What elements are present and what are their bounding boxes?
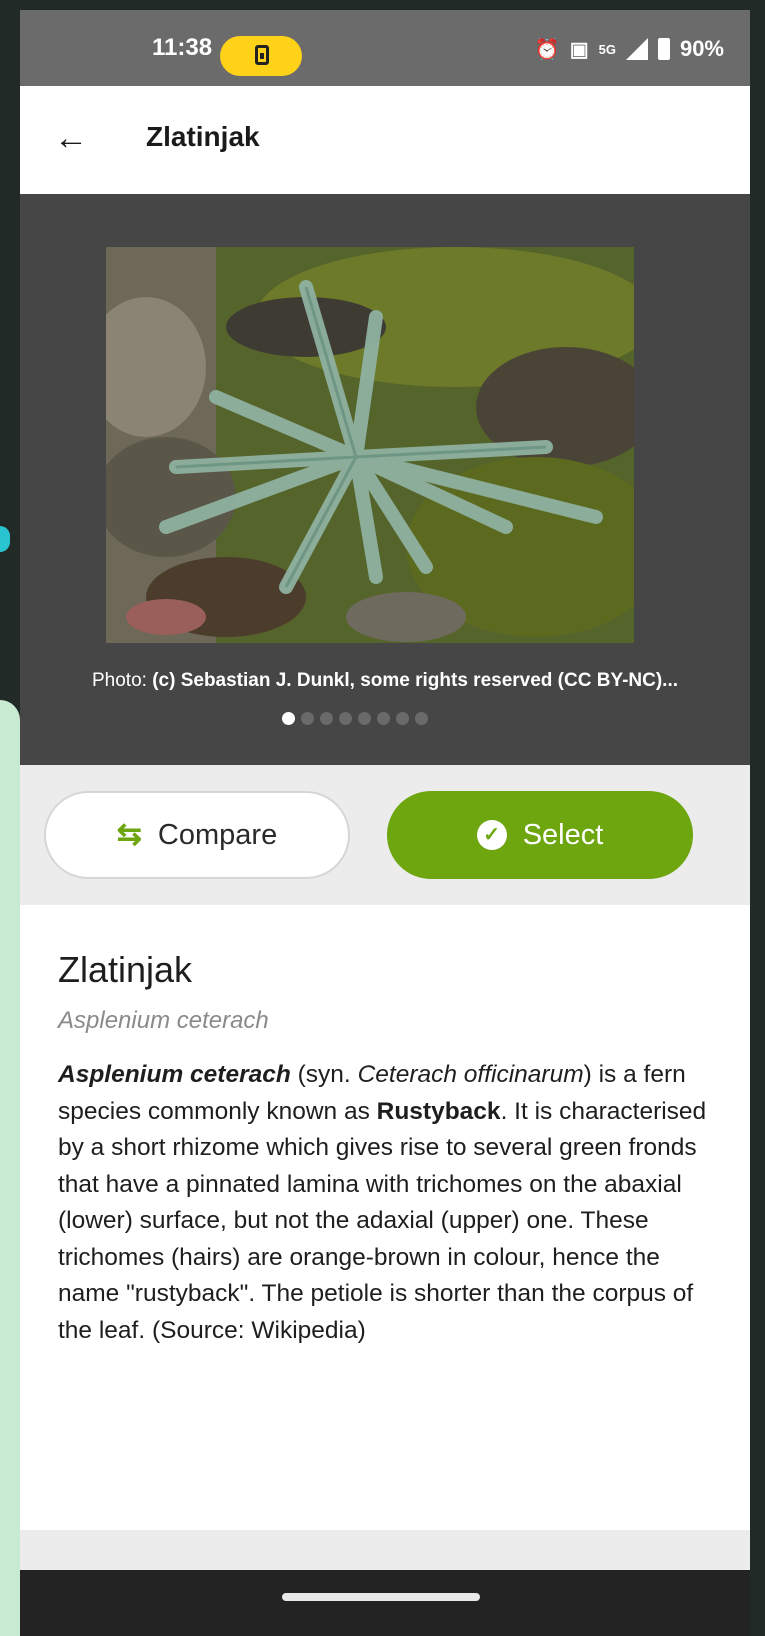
swap-arrows-icon: ⇆ xyxy=(116,818,142,851)
alarm-icon: ⏰ xyxy=(534,38,560,61)
hd-voice-icon: ▣ xyxy=(569,38,589,61)
back-arrow-icon[interactable]: ← xyxy=(54,118,94,158)
species-details: Zlatinjak Asplenium ceterach Asplenium c… xyxy=(20,905,750,1530)
pagination-dot[interactable] xyxy=(301,712,314,725)
pagination-dot[interactable] xyxy=(339,712,352,725)
screen-record-pill[interactable] xyxy=(220,36,302,76)
check-circle-icon: ✓ xyxy=(476,820,507,850)
status-icons: ⏰ ▣ 5G 90% xyxy=(535,36,724,62)
status-time: 11:38 xyxy=(152,34,213,61)
description-synonym: Ceterach officinarum xyxy=(357,1061,584,1088)
description-sci-name: Asplenium ceterach xyxy=(58,1061,291,1088)
species-scientific-name: Asplenium ceterach xyxy=(58,1007,269,1034)
home-gesture-handle[interactable] xyxy=(282,1593,480,1601)
background-decoration-dot xyxy=(0,526,10,552)
select-label: Select xyxy=(522,818,604,851)
photo-credit-prefix: Photo: xyxy=(91,670,153,691)
pagination-dot[interactable] xyxy=(396,712,409,725)
description-common-name: Rustyback xyxy=(376,1097,501,1125)
pagination-dot-active[interactable] xyxy=(282,712,295,725)
gallery-pagination xyxy=(282,712,428,725)
pagination-dot[interactable] xyxy=(358,712,371,725)
compare-label: Compare xyxy=(157,818,278,851)
network-type: 5G xyxy=(598,41,616,57)
species-description: Asplenium ceterach (syn. Ceterach offici… xyxy=(58,1057,718,1349)
lock-icon xyxy=(255,45,269,65)
page-title: Zlatinjak xyxy=(146,121,260,152)
fern-photo-illustration xyxy=(106,247,634,643)
pagination-dot[interactable] xyxy=(320,712,333,725)
battery-percent: 90% xyxy=(679,36,724,61)
background-decoration xyxy=(0,700,20,1636)
pagination-dot[interactable] xyxy=(415,712,428,725)
content-footer xyxy=(20,1530,750,1570)
description-text: . It is characterised by a short rhizome… xyxy=(58,1097,707,1344)
pagination-dot[interactable] xyxy=(377,712,390,725)
navigation-bar xyxy=(20,1570,750,1636)
photo-credit[interactable]: Photo: (c) Sebastian J. Dunkl, some righ… xyxy=(20,670,750,692)
compare-button[interactable]: ⇆ Compare xyxy=(44,791,350,879)
status-bar: 11:38 ⏰ ▣ 5G 90% xyxy=(20,10,750,86)
signal-icon xyxy=(625,38,648,60)
photo-gallery[interactable]: Photo: (c) Sebastian J. Dunkl, some righ… xyxy=(20,194,750,765)
description-text: (syn. xyxy=(290,1061,358,1088)
select-button[interactable]: ✓ Select xyxy=(387,791,693,879)
battery-icon xyxy=(657,38,670,60)
action-bar: ⇆ Compare ✓ Select xyxy=(20,765,750,905)
app-bar: ← Zlatinjak xyxy=(20,86,750,194)
phone-screen: 11:38 ⏰ ▣ 5G 90% ← Zlatinjak Photo: (c) … xyxy=(20,10,750,1636)
species-common-name: Zlatinjak xyxy=(58,949,193,990)
photo-credit-text: (c) Sebastian J. Dunkl, some rights rese… xyxy=(152,670,679,691)
species-photo[interactable] xyxy=(106,247,634,643)
